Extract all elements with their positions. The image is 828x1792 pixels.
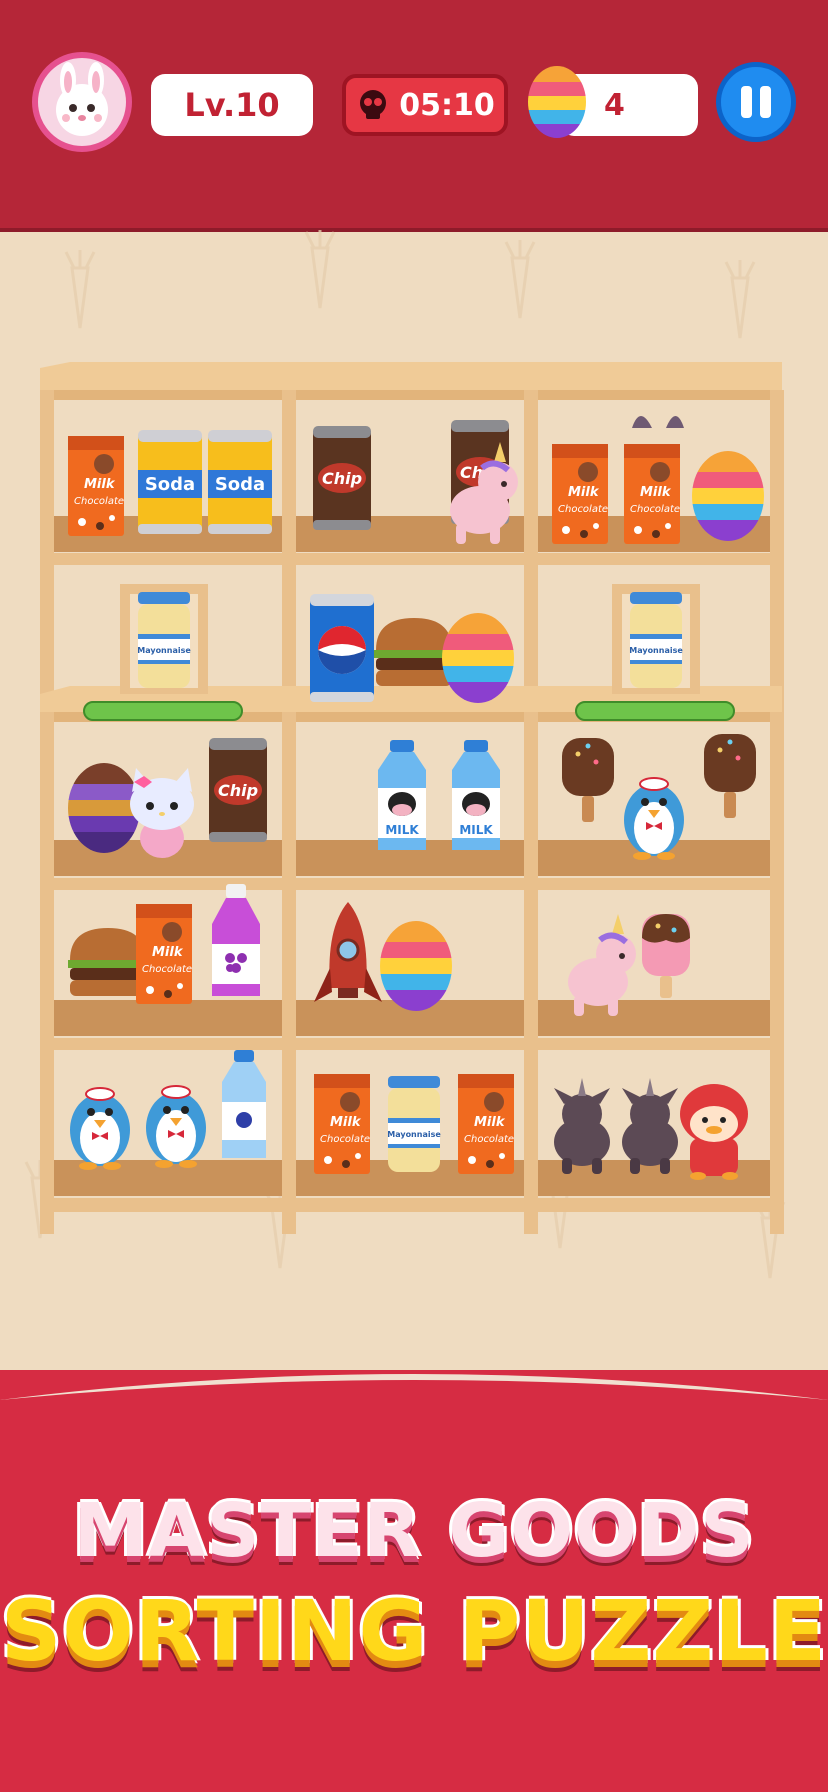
banner-title-line2: SORTING PUZZLE	[0, 1582, 828, 1680]
promo-banner	[0, 1370, 828, 1792]
skull-icon	[360, 90, 387, 119]
milk-chocolate-item	[68, 436, 125, 536]
shelf-slot-r1c1[interactable]	[68, 430, 272, 536]
milk-chocolate-item	[314, 1074, 371, 1174]
shelf-slot-r4c2[interactable]	[312, 900, 456, 1016]
milk-bottle-item	[378, 740, 426, 850]
blueberry-milk-item	[222, 1050, 266, 1158]
bunny-icon	[56, 62, 108, 136]
player-avatar[interactable]	[32, 52, 132, 152]
burger-item	[374, 618, 454, 686]
shelf-slot-r5c3[interactable]	[554, 1078, 748, 1180]
level-text: Lv.10	[184, 86, 280, 124]
locked-crate-left[interactable]	[120, 584, 208, 694]
rocket-toy-item	[312, 900, 384, 1004]
chip-can-item	[209, 738, 267, 842]
shelf-slot-r3c2[interactable]	[378, 740, 500, 850]
level-indicator: Lv.10	[151, 74, 313, 136]
shelf-slot-r5c1[interactable]	[69, 1050, 266, 1171]
pause-bar-right	[760, 86, 771, 118]
shelf-slot-r4c1[interactable]	[68, 884, 260, 1004]
shelf-slot-r1c3[interactable]	[552, 416, 768, 546]
rainbow-egg-icon	[528, 66, 586, 138]
soda-can-item	[208, 430, 272, 534]
shelf-slot-r5c2[interactable]	[314, 1074, 515, 1174]
milk-chocolate-item	[552, 444, 609, 544]
egg-count-text: 4	[604, 87, 625, 123]
banner-rim	[0, 1374, 828, 1400]
progress-bar-left	[83, 701, 243, 721]
pepsi-can-item	[310, 594, 374, 702]
progress-bar-right	[575, 701, 735, 721]
soda-can-item	[138, 430, 202, 534]
timer-display: 05:10	[342, 74, 508, 136]
mayonnaise-item	[387, 1076, 442, 1172]
grape-juice-item	[212, 884, 260, 996]
milk-bottle-item	[452, 740, 500, 850]
game-board: Milk Chocolate Soda Chip Mayonnais	[24, 228, 786, 1280]
pause-bar-left	[741, 86, 752, 118]
pause-button[interactable]	[716, 62, 796, 142]
dark-unicorn-item	[554, 1078, 610, 1174]
chocolate-popsicle-item	[562, 738, 614, 822]
top-bar: Lv.10 05:10 4	[0, 0, 828, 232]
penguin-item	[145, 1085, 207, 1169]
pink-popsicle-item	[642, 914, 690, 998]
milk-chocolate-item	[624, 444, 681, 544]
bunny-ears-item	[632, 416, 652, 428]
banner-title-line1: MASTER GOODS	[73, 1488, 755, 1574]
milk-chocolate-item	[458, 1074, 515, 1174]
milk-chocolate-item	[136, 904, 193, 1004]
penguin-item	[69, 1087, 131, 1171]
chip-can-item	[313, 426, 371, 530]
red-puppet-toy-item	[680, 1084, 748, 1180]
timer-text: 05:10	[399, 87, 495, 123]
locked-crate-right[interactable]	[612, 584, 700, 694]
chocolate-popsicle-item	[704, 734, 756, 818]
dark-unicorn-item	[622, 1078, 678, 1174]
shelf-slot-r3c1[interactable]	[64, 738, 267, 858]
